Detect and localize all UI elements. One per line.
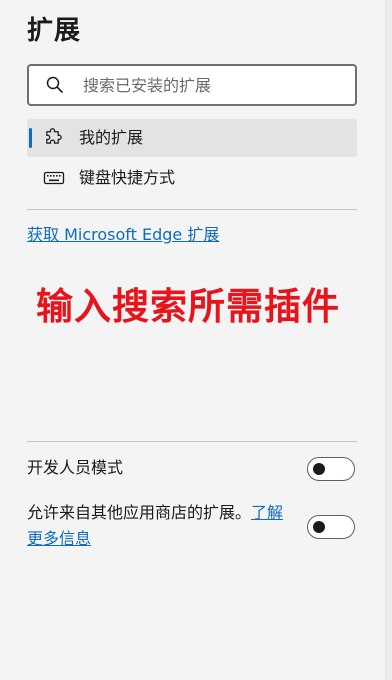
divider [27,441,357,442]
toggle-knob [313,521,325,533]
allow-other-stores-label: 允许来自其他应用商店的扩展。了解更多信息 [27,500,295,552]
divider [27,209,357,210]
extensions-sidebar: 扩展 我的扩展 [0,0,392,680]
allow-other-stores-toggle[interactable] [307,515,355,539]
nav-item-label: 我的扩展 [79,128,144,147]
developer-mode-toggle[interactable] [307,457,355,481]
developer-mode-label: 开发人员模式 [27,458,124,477]
scrollbar-track[interactable] [385,0,392,680]
toggle-knob [313,463,325,475]
puzzle-piece-icon [43,128,65,148]
annotation-text: 输入搜索所需插件 [36,285,340,328]
search-input[interactable] [83,66,343,104]
search-box[interactable] [27,64,357,106]
nav-item-label: 键盘快捷方式 [79,168,176,187]
page-title: 扩展 [27,16,82,46]
get-extensions-link[interactable]: 获取 Microsoft Edge 扩展 [27,221,219,245]
nav-item-keyboard-shortcuts[interactable]: 键盘快捷方式 [27,159,357,197]
search-icon [45,75,65,95]
keyboard-icon [43,168,65,188]
nav-item-my-extensions[interactable]: 我的扩展 [27,119,357,157]
active-indicator [29,128,32,148]
allow-other-stores-text: 允许来自其他应用商店的扩展。 [27,503,252,522]
